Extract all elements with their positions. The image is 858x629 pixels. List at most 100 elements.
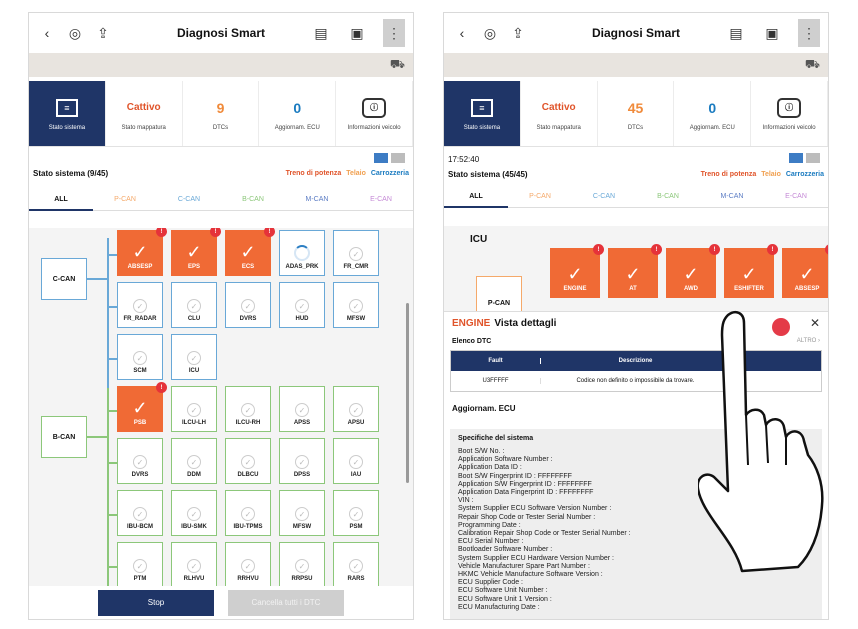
ecu-tile-rrhvu[interactable]: ✓ RRHVU <box>225 542 271 588</box>
ecu-tile-scm[interactable]: ✓ SCM <box>117 334 163 380</box>
ecu-tile-engine[interactable]: ✓ ENGINE! <box>550 244 604 298</box>
report-icon[interactable]: ▤ <box>311 23 331 43</box>
tab-m-can[interactable]: M-CAN <box>285 189 349 211</box>
category-powertrain[interactable]: Treno di potenza <box>701 171 757 178</box>
ecu-tile-ibu-tpms[interactable]: ✓ IBU-TPMS <box>225 490 271 536</box>
tile-label: Stato mappatura <box>121 124 166 131</box>
ecu-tile-ilcu-rh[interactable]: ✓ ILCU-RH <box>225 386 271 432</box>
category-powertrain[interactable]: Treno di potenza <box>286 170 342 177</box>
tile-ecu-update[interactable]: 0 Aggiornam. ECU <box>259 81 337 146</box>
more-menu-icon[interactable]: ⋮ <box>383 19 405 47</box>
ecu-name: DLBCU <box>237 472 259 478</box>
bus-label-c-can[interactable]: C-CAN <box>41 258 87 300</box>
vci-link-icon[interactable]: ◎ <box>65 23 85 43</box>
stop-button[interactable]: Stop <box>98 589 214 616</box>
ecu-tile-fr_radar[interactable]: ✓ FR_RADAR <box>117 282 163 328</box>
ecu-tile-psb[interactable]: ✓ PSB! <box>117 382 167 432</box>
tile-dtcs[interactable]: 9 DTCs <box>183 81 260 146</box>
ecu-tile-iau[interactable]: ✓ IAU <box>333 438 379 484</box>
list-box-icon: ≡ <box>55 98 78 117</box>
ecu-name: ECS <box>241 264 255 270</box>
ecu-name: SCM <box>133 368 147 374</box>
tab-c-can[interactable]: C-CAN <box>157 189 221 211</box>
tab-all[interactable]: ALL <box>29 189 93 211</box>
tab-p-can[interactable]: P-CAN <box>508 186 572 208</box>
back-icon[interactable]: ‹ <box>37 23 57 43</box>
upload-icon[interactable]: ⇪ <box>93 23 113 43</box>
tab-p-can[interactable]: P-CAN <box>93 189 157 211</box>
ecu-tile-adas_prk[interactable]: ADAS_PRK <box>279 230 325 276</box>
ecu-tile-psm[interactable]: ✓ PSM <box>333 490 379 536</box>
tab-e-can[interactable]: E-CAN <box>349 189 413 211</box>
ecu-tile-ecs[interactable]: ✓ ECS! <box>225 228 275 276</box>
ecu-tile-absesp[interactable]: ✓ ABSESP! <box>117 228 167 276</box>
tile-ecu-update[interactable]: 0 Aggiornam. ECU <box>674 81 752 146</box>
ecu-tile-dlbcu[interactable]: ✓ DLBCU <box>225 438 271 484</box>
capture-icon[interactable]: ▣ <box>762 23 782 43</box>
ecu-tile-apss[interactable]: ✓ APSS <box>279 386 325 432</box>
ecu-tile-dvrs[interactable]: ✓ DVRS <box>225 282 271 328</box>
back-icon[interactable]: ‹ <box>452 23 472 43</box>
ecu-name: PTM <box>133 576 147 582</box>
tab-b-can[interactable]: B-CAN <box>221 189 285 211</box>
ecu-tile-mfsw[interactable]: ✓ MFSW <box>279 490 325 536</box>
ecu-tile-dvrs[interactable]: ✓ DVRS <box>117 438 163 484</box>
ecu-tile-ddm[interactable]: ✓ DDM <box>171 438 217 484</box>
tile-mapping-status[interactable]: Cattivo Stato mappatura <box>521 81 598 146</box>
grid-view-icon[interactable] <box>789 153 803 163</box>
ecu-name: APSS <box>293 420 311 426</box>
tile-dtcs[interactable]: 45 DTCs <box>598 81 675 146</box>
more-menu-icon[interactable]: ⋮ <box>798 19 820 47</box>
col-fault: Fault <box>451 358 541 364</box>
ecu-tile-rrpsu[interactable]: ✓ RRPSU <box>279 542 325 588</box>
tile-system-status[interactable]: ≡ Stato sistema <box>29 81 106 146</box>
car-icon[interactable]: ⛟ <box>805 57 820 73</box>
ecu-tile-icu[interactable]: ✓ ICU <box>171 334 217 380</box>
tile-vehicle-info[interactable]: ⓘ Informazioni veicolo <box>336 81 413 146</box>
ecu-tile-at[interactable]: ✓ AT! <box>608 244 662 298</box>
ecu-tile-apsu[interactable]: ✓ APSU <box>333 386 379 432</box>
category-body[interactable]: Carrozzeria <box>371 170 409 177</box>
ecu-tile-mfsw[interactable]: ✓ MFSW <box>333 282 379 328</box>
capture-icon[interactable]: ▣ <box>347 23 367 43</box>
car-icon[interactable]: ⛟ <box>390 57 405 73</box>
bus-label-p-can[interactable]: P-CAN <box>476 276 522 312</box>
ecu-tile-eshifter[interactable]: ✓ ESHIFTER! <box>724 244 778 298</box>
ecu-tile-hud[interactable]: ✓ HUD <box>279 282 325 328</box>
ecu-tile-clu[interactable]: ✓ CLU <box>171 282 217 328</box>
scrollbar[interactable] <box>406 303 409 483</box>
report-icon[interactable]: ▤ <box>726 23 746 43</box>
ecu-tile-rlhvu[interactable]: ✓ RLHVU <box>171 542 217 588</box>
ecu-tile-ptm[interactable]: ✓ PTM <box>117 542 163 588</box>
upload-icon[interactable]: ⇪ <box>508 23 528 43</box>
tab-all[interactable]: ALL <box>444 186 508 208</box>
bus-line <box>107 566 117 568</box>
ecu-tile-eps[interactable]: ✓ EPS! <box>171 228 221 276</box>
tab-c-can[interactable]: C-CAN <box>572 186 636 208</box>
category-body[interactable]: Carrozzeria <box>786 171 824 178</box>
tab-m-can[interactable]: M-CAN <box>700 186 764 208</box>
ecu-tile-ibu-smk[interactable]: ✓ IBU-SMK <box>171 490 217 536</box>
ecu-tile-ilcu-lh[interactable]: ✓ ILCU-LH <box>171 386 217 432</box>
tile-system-status[interactable]: ≡ Stato sistema <box>444 81 521 146</box>
clear-all-dtc-button[interactable]: Cancella tutti i DTC <box>228 589 344 616</box>
tile-mapping-status[interactable]: Cattivo Stato mappatura <box>106 81 183 146</box>
ecu-tile-absesp[interactable]: ✓ ABSESP! <box>782 244 828 298</box>
grid-view-icon[interactable] <box>374 153 388 163</box>
bus-label-b-can[interactable]: B-CAN <box>41 416 87 458</box>
ecu-tile-fr_cmr[interactable]: ✓ FR_CMR <box>333 230 379 276</box>
tab-b-can[interactable]: B-CAN <box>636 186 700 208</box>
list-view-icon[interactable] <box>391 153 405 163</box>
diagnosis-screen-left: ‹ ◎ ⇪ Diagnosi Smart ▤ ▣ ⋮ ⛟ ≡ Stato sis… <box>28 12 414 620</box>
ecu-tile-dpss[interactable]: ✓ DPSS <box>279 438 325 484</box>
pointing-hand-icon <box>698 311 824 573</box>
category-chassis[interactable]: Telaio <box>761 171 781 178</box>
vci-link-icon[interactable]: ◎ <box>480 23 500 43</box>
ecu-tile-awd[interactable]: ✓ AWD! <box>666 244 720 298</box>
list-view-icon[interactable] <box>806 153 820 163</box>
category-chassis[interactable]: Telaio <box>346 170 366 177</box>
tile-vehicle-info[interactable]: ⓘ Informazioni veicolo <box>751 81 828 146</box>
tab-e-can[interactable]: E-CAN <box>764 186 828 208</box>
ecu-tile-rars[interactable]: ✓ RARS <box>333 542 379 588</box>
ecu-tile-ibu-bcm[interactable]: ✓ IBU-BCM <box>117 490 163 536</box>
